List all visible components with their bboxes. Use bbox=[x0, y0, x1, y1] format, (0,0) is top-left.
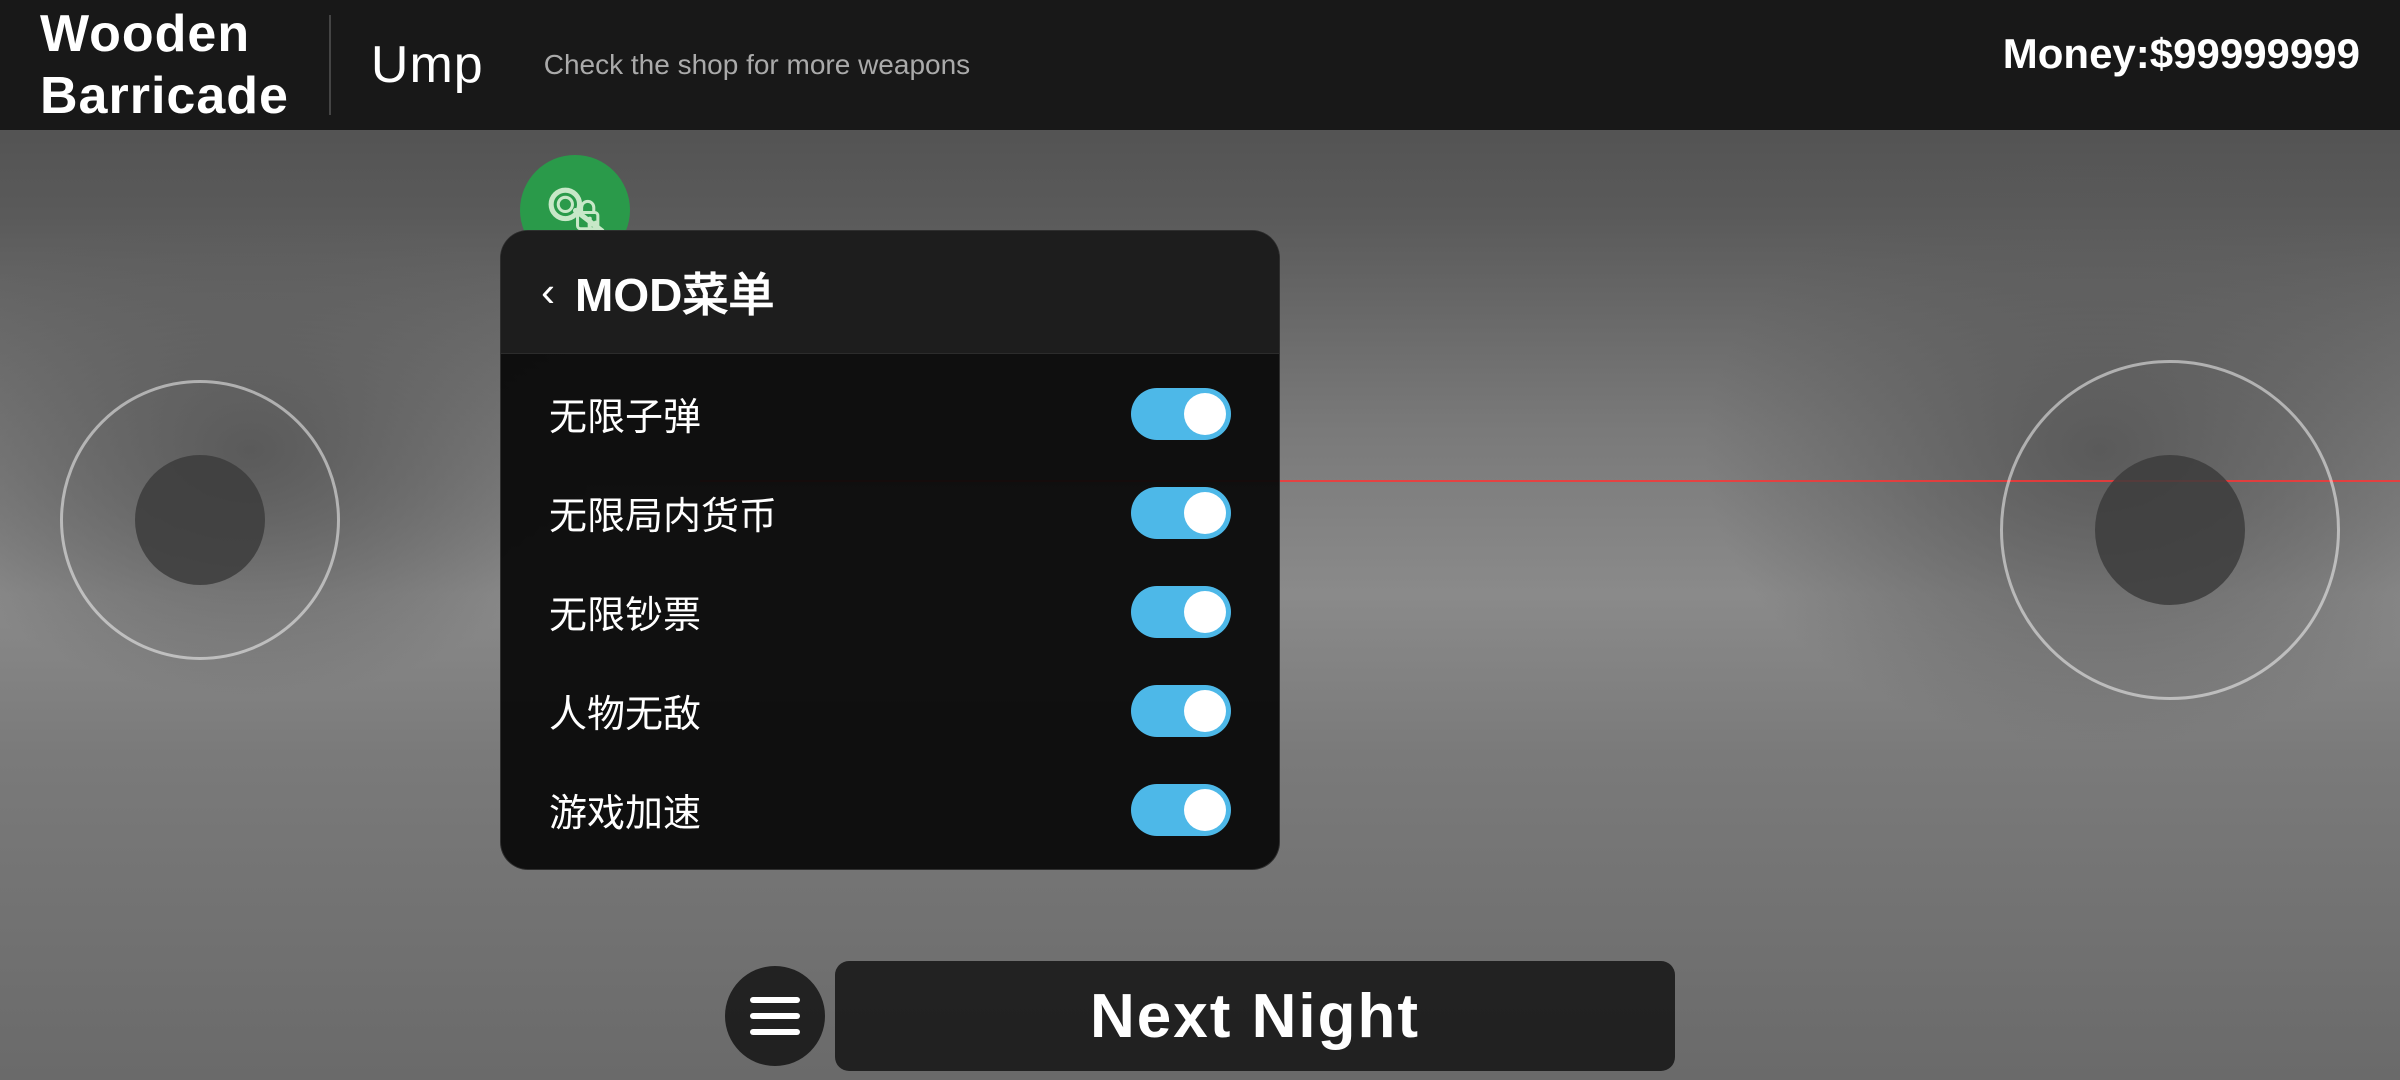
toggle-currency[interactable] bbox=[1131, 487, 1231, 539]
right-joystick[interactable] bbox=[2000, 360, 2340, 700]
mod-item-ammo: 无限子弹 bbox=[501, 364, 1279, 463]
shop-hint: Check the shop for more weapons bbox=[544, 49, 970, 81]
left-joystick-thumb bbox=[135, 455, 265, 585]
mod-item-cash: 无限钞票 bbox=[501, 562, 1279, 661]
mod-label-cash: 无限钞票 bbox=[549, 584, 701, 639]
hamburger-icon bbox=[750, 997, 800, 1035]
bottom-bar: Next Night bbox=[0, 952, 2400, 1080]
toggle-speed[interactable] bbox=[1131, 784, 1231, 836]
mod-item-currency: 无限局内货币 bbox=[501, 463, 1279, 562]
menu-button[interactable] bbox=[725, 966, 825, 1066]
toggle-invincible[interactable] bbox=[1131, 685, 1231, 737]
mod-menu-panel: ‹ MOD菜单 无限子弹 无限局内货币 无限钞票 人物无敌 游戏加速 bbox=[500, 230, 1280, 870]
toggle-ammo[interactable] bbox=[1131, 388, 1231, 440]
weapon-name: Ump bbox=[371, 35, 484, 95]
money-display: Money:$99999999 bbox=[2003, 30, 2360, 78]
mod-menu-header: ‹ MOD菜单 bbox=[501, 231, 1279, 354]
mod-menu-title: MOD菜单 bbox=[575, 259, 774, 325]
barricade-title: Wooden Barricade bbox=[40, 3, 289, 128]
toggle-cash[interactable] bbox=[1131, 586, 1231, 638]
mod-label-invincible: 人物无敌 bbox=[549, 683, 701, 738]
mod-label-speed: 游戏加速 bbox=[549, 782, 701, 837]
right-joystick-thumb bbox=[2095, 455, 2245, 605]
next-night-button[interactable]: Next Night bbox=[835, 961, 1675, 1071]
left-joystick[interactable] bbox=[60, 380, 340, 660]
back-button[interactable]: ‹ bbox=[541, 271, 555, 313]
header-divider bbox=[329, 15, 331, 115]
mod-menu-body: 无限子弹 无限局内货币 无限钞票 人物无敌 游戏加速 bbox=[501, 354, 1279, 869]
mod-item-invincible: 人物无敌 bbox=[501, 661, 1279, 760]
mod-label-currency: 无限局内货币 bbox=[549, 485, 777, 540]
mod-label-ammo: 无限子弹 bbox=[549, 386, 701, 441]
mod-item-speed: 游戏加速 bbox=[501, 760, 1279, 859]
